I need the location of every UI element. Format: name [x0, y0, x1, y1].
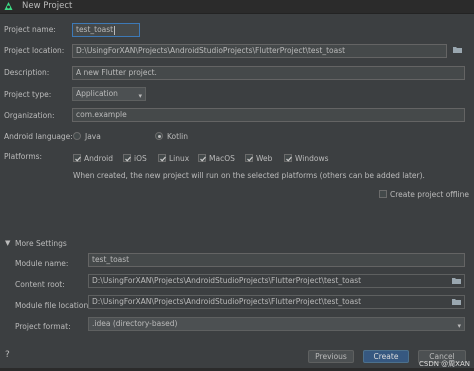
organization-value: com.example [76, 110, 127, 119]
platform-android-label: Android [84, 154, 113, 163]
create-button[interactable]: Create [363, 350, 409, 363]
platform-ios-label: iOS [134, 154, 147, 163]
platform-android-checkbox[interactable] [73, 154, 81, 162]
java-radio[interactable] [73, 132, 81, 140]
platform-web-checkbox[interactable] [245, 154, 253, 162]
kotlin-radio[interactable] [155, 132, 163, 140]
platform-ios-checkbox[interactable] [123, 154, 131, 162]
kotlin-radio-label: Kotlin [167, 132, 188, 141]
project-type-select[interactable]: Application ▾ [72, 87, 146, 101]
organization-input[interactable]: com.example [72, 108, 465, 122]
project-name-input[interactable]: test_toast [72, 23, 140, 37]
check-icon [200, 156, 206, 162]
module-name-label: Module name: [15, 259, 69, 268]
folder-icon[interactable] [452, 299, 461, 305]
project-location-input[interactable]: D:\UsingForXAN\Projects\AndroidStudioPro… [72, 44, 447, 58]
chevron-down-icon: ▾ [457, 322, 461, 330]
content-root-input[interactable]: D:\UsingForXAN\Projects\AndroidStudioPro… [88, 274, 465, 288]
help-icon[interactable]: ? [5, 350, 10, 360]
platform-linux-checkbox[interactable] [158, 154, 166, 162]
folder-icon [453, 47, 462, 53]
platform-macos-checkbox[interactable] [198, 154, 206, 162]
platform-windows-label: Windows [295, 154, 329, 163]
description-input[interactable]: A new Flutter project. [72, 66, 465, 80]
more-settings-toggle-icon[interactable]: ▼ [5, 239, 10, 247]
module-file-location-input[interactable]: D:\UsingForXAN\Projects\AndroidStudioPro… [88, 295, 465, 309]
content-root-value: D:\UsingForXAN\Projects\AndroidStudioPro… [92, 276, 362, 285]
check-icon [75, 156, 81, 162]
project-name-value: test_toast [76, 25, 114, 34]
project-name-label: Project name: [4, 25, 56, 34]
platform-web-label: Web [256, 154, 273, 163]
more-settings-label[interactable]: More Settings [15, 239, 67, 248]
module-name-value: test_toast [92, 255, 130, 264]
project-location-browse-button[interactable] [451, 44, 465, 58]
create-offline-label: Create project offline [390, 190, 470, 199]
window-title: New Project [22, 1, 73, 11]
project-location-value: D:\UsingForXAN\Projects\AndroidStudioPro… [76, 46, 346, 55]
description-label: Description: [4, 68, 50, 77]
java-radio-label: Java [85, 132, 101, 141]
check-icon [247, 156, 253, 162]
content-root-label: Content root: [15, 280, 65, 289]
project-format-value: .idea (directory-based) [92, 319, 178, 328]
text-caret [114, 25, 116, 35]
check-icon [160, 156, 166, 162]
module-name-input[interactable]: test_toast [88, 253, 465, 267]
platforms-note: When created, the new project will run o… [73, 171, 425, 180]
project-type-value: Application [76, 89, 118, 98]
platform-linux-label: Linux [169, 154, 190, 163]
chevron-down-icon: ▾ [138, 92, 142, 100]
android-studio-icon [4, 2, 13, 10]
project-type-label: Project type: [4, 90, 52, 99]
previous-button[interactable]: Previous [308, 350, 354, 363]
project-format-select[interactable]: .idea (directory-based) ▾ [88, 317, 465, 331]
platform-windows-checkbox[interactable] [284, 154, 292, 162]
folder-icon[interactable] [452, 278, 461, 284]
check-icon [125, 156, 131, 162]
platform-macos-label: MacOS [209, 154, 235, 163]
project-location-label: Project location: [4, 46, 65, 55]
description-value: A new Flutter project. [76, 68, 157, 77]
create-offline-checkbox[interactable] [379, 190, 387, 198]
android-language-label: Android language: [4, 132, 73, 141]
module-file-location-value: D:\UsingForXAN\Projects\AndroidStudioPro… [92, 297, 362, 306]
platforms-label: Platforms: [4, 152, 43, 161]
project-format-label: Project format: [15, 322, 71, 331]
module-file-location-label: Module file location: [15, 301, 91, 310]
check-icon [286, 156, 292, 162]
organization-label: Organization: [4, 111, 55, 120]
